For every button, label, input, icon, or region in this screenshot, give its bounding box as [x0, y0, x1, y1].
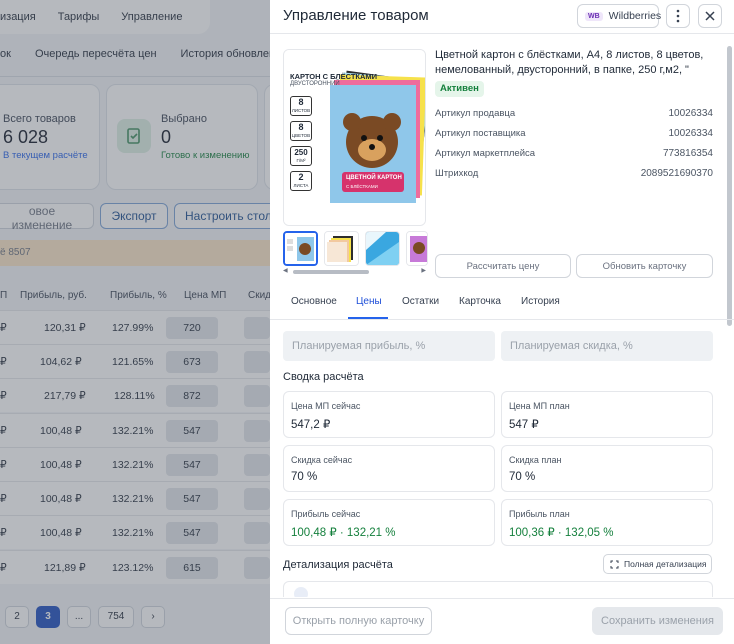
tab-history[interactable]: История — [521, 296, 560, 307]
drawer-footer: Открыть полную карточку Сохранить измене… — [270, 598, 734, 644]
scroll-thumb[interactable] — [293, 270, 369, 274]
card-label: Цена МП план — [509, 401, 570, 411]
status-badge: Активен — [435, 81, 484, 97]
field-supplier-sku: Артикул поставщика 10026334 — [435, 128, 713, 139]
card-value: 70 % — [509, 471, 536, 483]
field-marketplace-sku: Артикул маркетплейса 773816354 — [435, 148, 713, 159]
update-card-button[interactable]: Обновить карточку — [576, 254, 713, 278]
card-value: 100,48 ₽ · 132,21 % — [291, 527, 396, 539]
image-badge: 250 Г/М² — [290, 146, 312, 166]
active-tab-indicator — [348, 317, 388, 319]
image-badge: 8 ЛИСТОВ — [290, 96, 312, 116]
summary-title: Сводка расчёта — [283, 371, 364, 383]
summary-card-profit-now: Прибыль сейчас 100,48 ₽ · 132,21 % — [283, 499, 495, 546]
planned-discount-input[interactable]: Планируемая скидка, % — [501, 331, 713, 361]
close-icon[interactable] — [698, 4, 722, 28]
thumbnail-4[interactable] — [406, 231, 428, 266]
card-label: Прибыль сейчас — [291, 509, 361, 519]
field-label: Артикул маркетплейса — [435, 148, 536, 159]
scroll-left-icon[interactable]: ◀ — [283, 267, 288, 274]
summary-card-profit-plan: Прибыль план 100,36 ₽ · 132,05 % — [501, 499, 713, 546]
image-badge: 8 ЦВЕТОВ — [290, 121, 312, 141]
full-detail-label: Полная детализация — [624, 559, 707, 569]
image-subheading: ДВУСТОРОННИЙ — [290, 81, 340, 87]
product-title: Цветной картон с блёстками, А4, 8 листов… — [435, 49, 704, 76]
tab-prices[interactable]: Цены — [356, 296, 382, 307]
field-value: 10026334 — [668, 128, 714, 139]
field-label: Артикул продавца — [435, 108, 516, 119]
tab-stock[interactable]: Остатки — [402, 296, 439, 307]
image-heading: КАРТОН С БЛЁСТКАМИ — [290, 72, 378, 81]
image-cover-sub: С БЛЁСТКАМИ — [346, 184, 378, 189]
product-management-drawer: Управление товаром WB Wildberries КАРТОН… — [270, 0, 734, 644]
summary-card-price-now: Цена МП сейчас 547,2 ₽ — [283, 391, 495, 438]
scroll-right-icon[interactable]: ▶ — [421, 267, 426, 274]
drawer-scrollbar[interactable] — [727, 46, 732, 326]
planned-profit-input[interactable]: Планируемая прибыль, % — [283, 331, 495, 361]
card-label: Прибыль план — [509, 509, 570, 519]
card-label: Цена МП сейчас — [291, 401, 361, 411]
card-label: Скидка сейчас — [291, 455, 353, 465]
field-label: Артикул поставщика — [435, 128, 526, 139]
drawer-tabs: Основное Цены Остатки Карточка История — [270, 290, 734, 320]
field-barcode: Штрихкод 2089521690370 — [435, 168, 713, 179]
recalculate-price-button[interactable]: Рассчитать цену — [435, 254, 571, 278]
more-vertical-icon[interactable] — [666, 4, 690, 28]
detail-accordion-row[interactable] — [283, 581, 713, 597]
card-value: 70 % — [291, 471, 318, 483]
thumbnails-scrollbar[interactable]: ◀ ▶ — [283, 267, 426, 275]
product-image[interactable]: КАРТОН С БЛЁСТКАМИ ДВУСТОРОННИЙ 8 ЛИСТОВ… — [283, 49, 426, 226]
marketplace-chip[interactable]: WB Wildberries — [577, 4, 662, 28]
modal-overlay[interactable] — [0, 0, 270, 644]
card-label: Скидка план — [509, 455, 562, 465]
card-value: 547 ₽ — [509, 419, 539, 431]
drawer-header: Управление товаром WB Wildberries — [270, 0, 734, 34]
field-value: 773816354 — [662, 148, 713, 159]
detail-title: Детализация расчёта — [283, 559, 393, 571]
marketplace-name: Wildberries — [608, 10, 662, 22]
card-value: 547,2 ₽ — [291, 419, 331, 431]
tab-card[interactable]: Карточка — [459, 296, 501, 307]
wildberries-logo: WB — [585, 11, 603, 21]
summary-card-price-plan: Цена МП план 547 ₽ — [501, 391, 713, 438]
field-value: 2089521690370 — [640, 168, 713, 179]
full-detail-button[interactable]: Полная детализация — [603, 554, 712, 574]
field-seller-sku: Артикул продавца 10026334 — [435, 108, 713, 119]
drawer-title: Управление товаром — [283, 7, 429, 24]
step-number-icon — [294, 587, 308, 597]
thumbnail-3[interactable] — [365, 231, 400, 266]
thumbnail-1[interactable] — [283, 231, 318, 266]
image-badge: 2 ЛИСТА — [290, 171, 312, 191]
card-value: 100,36 ₽ · 132,05 % — [509, 527, 614, 539]
save-changes-button[interactable]: Сохранить изменения — [592, 607, 723, 635]
thumbnail-2[interactable] — [324, 231, 359, 266]
field-value: 10026334 — [668, 108, 714, 119]
expand-icon — [610, 560, 619, 568]
field-label: Штрихкод — [435, 168, 479, 179]
tab-main[interactable]: Основное — [291, 296, 337, 307]
open-full-card-button[interactable]: Открыть полную карточку — [285, 607, 432, 635]
image-cover-label: ЦВЕТНОЙ КАРТОН — [346, 175, 402, 181]
image-thumbnails — [283, 231, 428, 266]
summary-card-discount-plan: Скидка план 70 % — [501, 445, 713, 492]
summary-card-discount-now: Скидка сейчас 70 % — [283, 445, 495, 492]
